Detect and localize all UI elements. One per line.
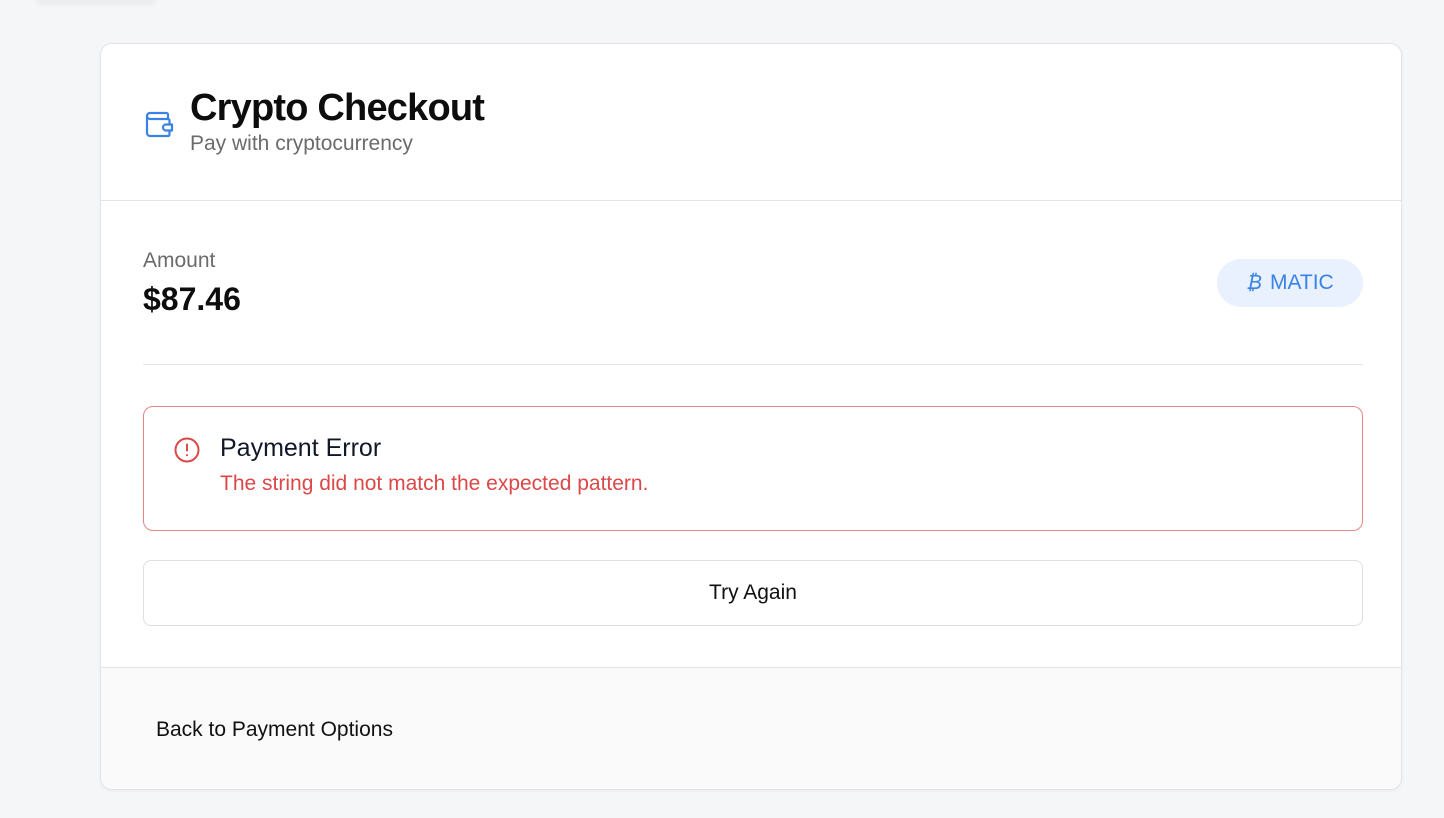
divider: [143, 364, 1363, 365]
checkout-card: Crypto Checkout Pay with cryptocurrency …: [100, 43, 1402, 790]
amount-label: Amount: [143, 249, 216, 272]
try-again-button[interactable]: Try Again: [143, 560, 1363, 626]
partial-element: [36, 0, 156, 2]
page-subtitle: Pay with cryptocurrency: [190, 132, 413, 155]
error-title: Payment Error: [220, 434, 382, 462]
error-alert: Payment Error The string did not match t…: [143, 406, 1363, 531]
error-message: The string did not match the expected pa…: [220, 472, 649, 495]
alert-circle-icon: [174, 437, 200, 463]
currency-badge: ₿ MATIC: [1217, 259, 1363, 307]
amount-value: $87.46: [143, 281, 241, 317]
wallet-icon: [145, 111, 174, 138]
back-to-payment-options-button[interactable]: Back to Payment Options: [156, 717, 393, 743]
checkout-footer: Back to Payment Options: [101, 667, 1401, 789]
checkout-header: Crypto Checkout Pay with cryptocurrency: [101, 44, 1401, 201]
page-title: Crypto Checkout: [190, 87, 485, 129]
currency-label: MATIC: [1269, 271, 1334, 294]
bitcoin-icon: ₿: [1246, 272, 1262, 294]
